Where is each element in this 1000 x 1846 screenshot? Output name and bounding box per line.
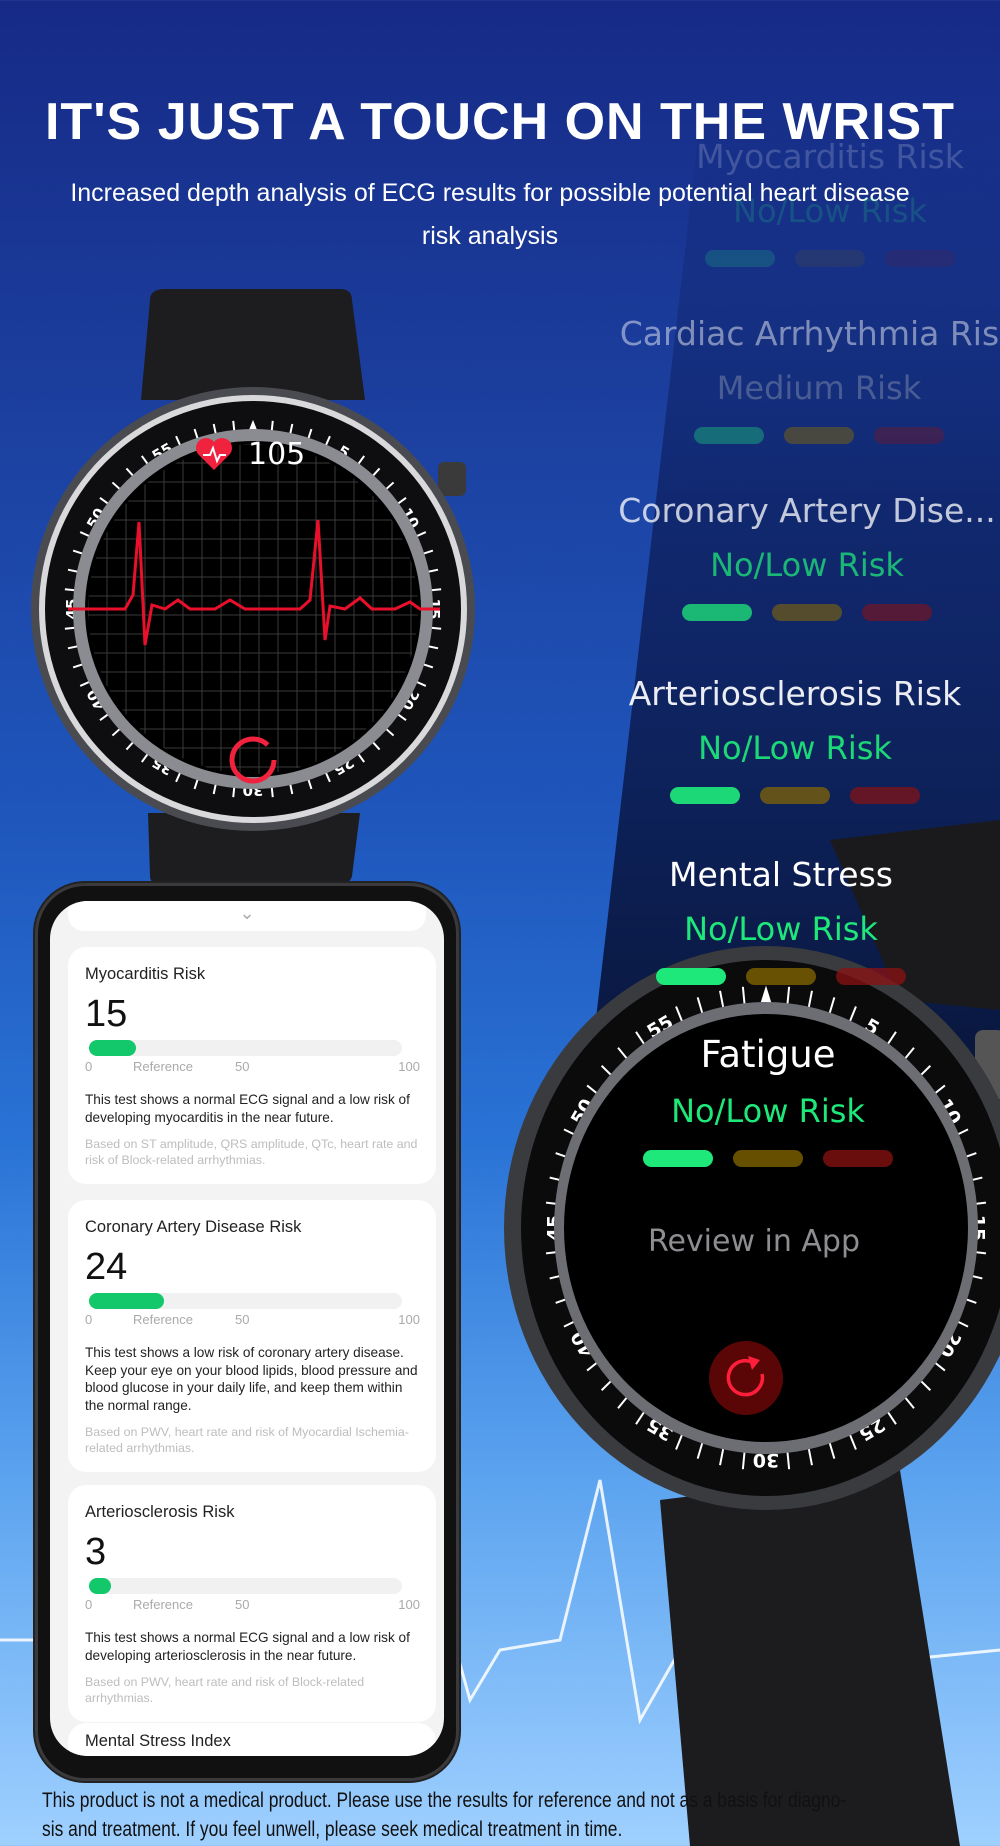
risk-bar-high <box>874 427 944 444</box>
risk-level: No/Low Risk <box>698 729 892 767</box>
risk-title: Mental Stress <box>669 855 893 894</box>
scale-max: 100 <box>398 1059 420 1074</box>
risk-level-bars <box>600 250 1000 267</box>
card-title: Mental Stress Index <box>85 1732 231 1750</box>
scale-mid: 50 <box>235 1059 250 1074</box>
risk-card[interactable]: Coronary Artery Disease Risk 24 0 Refere… <box>68 1200 436 1472</box>
risk-level-bars <box>589 427 1000 444</box>
card-title: Myocarditis Risk <box>85 965 206 983</box>
risk-card[interactable]: Myocarditis Risk 15 0 Reference 50 100 T… <box>68 947 436 1184</box>
score-track <box>89 1293 402 1309</box>
risk-level: No/Low Risk <box>733 192 927 230</box>
scale-mid: 50 <box>235 1312 250 1327</box>
risk-bar-low <box>705 250 775 267</box>
heart-rate-value: 105 <box>248 437 305 472</box>
card-title: Arteriosclerosis Risk <box>85 1503 235 1521</box>
phone-screen: ⌄ Myocarditis Risk 15 0 Reference 50 100… <box>50 901 444 1756</box>
risk-item: Fatigue No/Low Risk <box>538 1033 998 1167</box>
card-basis: Based on PWV, heart rate and risk of Myo… <box>85 1425 409 1455</box>
score-fill <box>89 1578 111 1594</box>
risk-card[interactable]: Arteriosclerosis Risk 3 0 Reference 50 1… <box>68 1485 436 1722</box>
risk-bar-high <box>885 250 955 267</box>
risk-bar-high <box>862 604 932 621</box>
score-scale: 0 Reference 50 100 <box>85 1312 420 1330</box>
card-basis: Based on ST amplitude, QRS amplitude, QT… <box>85 1137 418 1167</box>
risk-bar-low <box>694 427 764 444</box>
score-fill <box>89 1040 136 1056</box>
risk-bar-medium <box>784 427 854 444</box>
risk-item: Arteriosclerosis Risk No/Low Risk <box>565 674 1000 804</box>
risk-level: No/Low Risk <box>684 910 878 948</box>
partial-card: Mental Stress Index <box>68 1723 436 1756</box>
scale-reference: Reference <box>133 1597 193 1612</box>
risk-level-bars <box>577 604 1000 621</box>
disclaimer: This product is not a medical product. P… <box>42 1786 955 1844</box>
scale-max: 100 <box>398 1597 420 1612</box>
risk-item: Coronary Artery Dise... No/Low Risk <box>577 491 1000 621</box>
retry-button[interactable] <box>709 1341 783 1415</box>
scale-reference: Reference <box>133 1059 193 1074</box>
risk-bar-low <box>670 787 740 804</box>
risk-bar-low <box>643 1150 713 1167</box>
scale-mid: 50 <box>235 1597 250 1612</box>
score-scale: 0 Reference 50 100 <box>85 1059 420 1077</box>
risk-title: Fatigue <box>700 1033 836 1076</box>
risk-bar-medium <box>772 604 842 621</box>
risk-bar-low <box>656 968 726 985</box>
risk-bar-medium <box>760 787 830 804</box>
scale-min: 0 <box>85 1059 93 1074</box>
risk-bar-medium <box>746 968 816 985</box>
risk-level-bars <box>551 968 1000 985</box>
score-track <box>89 1578 402 1594</box>
risk-item: Mental Stress No/Low Risk <box>551 855 1000 985</box>
risk-title: Myocarditis Risk <box>696 137 964 176</box>
left-watch: 510152025303540455055 105 <box>31 289 475 884</box>
risk-bar-high <box>836 968 906 985</box>
card-score: 3 <box>85 1531 107 1573</box>
score-track <box>89 1040 402 1056</box>
risk-title: Cardiac Arrhythmia Risk <box>619 314 1000 353</box>
risk-level: No/Low Risk <box>671 1092 865 1130</box>
risk-item: Myocarditis Risk No/Low Risk <box>600 137 1000 267</box>
chevron-down-icon[interactable]: ⌄ <box>68 901 426 931</box>
scale-min: 0 <box>85 1597 93 1612</box>
disclaimer-line: sis and treatment. If you feel unwell, p… <box>42 1818 623 1841</box>
risk-title: Arteriosclerosis Risk <box>628 674 962 713</box>
card-title: Coronary Artery Disease Risk <box>85 1218 302 1236</box>
risk-title: Coronary Artery Dise... <box>618 491 996 530</box>
scale-reference: Reference <box>133 1312 193 1327</box>
score-fill <box>89 1293 165 1309</box>
risk-bar-medium <box>795 250 865 267</box>
phone: ⌄ Myocarditis Risk 15 0 Reference 50 100… <box>35 883 459 1781</box>
risk-bar-medium <box>733 1150 803 1167</box>
risk-bar-high <box>823 1150 893 1167</box>
risk-bar-high <box>850 787 920 804</box>
risk-level-bars <box>538 1150 998 1167</box>
risk-level: Medium Risk <box>716 369 922 407</box>
card-description: This test shows a normal ECG signal and … <box>85 1092 410 1125</box>
scale-max: 100 <box>398 1312 420 1327</box>
card-basis: Based on PWV, heart rate and risk of Blo… <box>85 1675 365 1705</box>
risk-level-bars <box>565 787 1000 804</box>
left-watch-strap-top <box>141 289 365 400</box>
disclaimer-line: This product is not a medical product. P… <box>42 1789 847 1812</box>
review-in-app-label[interactable]: Review in App <box>554 1224 954 1259</box>
card-description: This test shows a low risk of coronary a… <box>85 1345 418 1413</box>
risk-bar-low <box>682 604 752 621</box>
card-score: 24 <box>85 1246 128 1288</box>
card-score: 15 <box>85 993 128 1035</box>
risk-item: Cardiac Arrhythmia Risk Medium Risk <box>589 314 1000 444</box>
score-scale: 0 Reference 50 100 <box>85 1597 420 1615</box>
card-description: This test shows a normal ECG signal and … <box>85 1630 410 1663</box>
scale-min: 0 <box>85 1312 93 1327</box>
risk-level: No/Low Risk <box>710 546 904 584</box>
